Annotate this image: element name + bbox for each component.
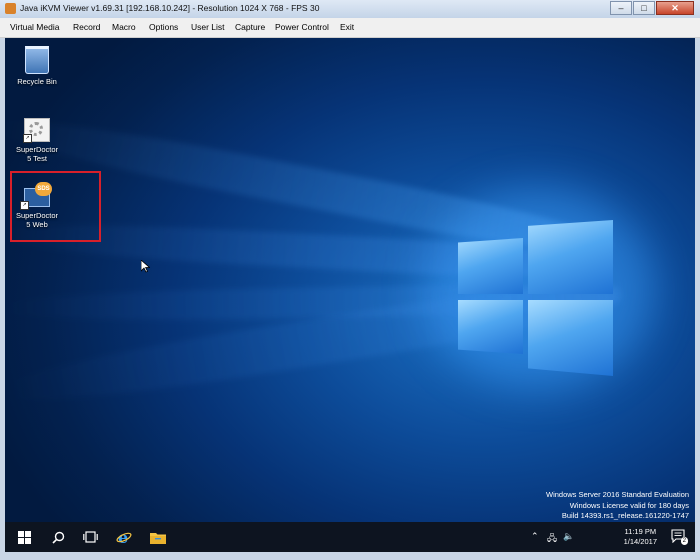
- remote-desktop[interactable]: Recycle Bin ↗ SuperDoctor 5 Test SDS ↗ S…: [5, 38, 695, 522]
- internet-explorer-button[interactable]: e: [107, 522, 141, 552]
- internet-explorer-icon: e: [116, 529, 132, 545]
- menu-virtual-media[interactable]: Virtual Media: [10, 22, 59, 32]
- notification-count-badge: 2: [680, 537, 688, 545]
- menu-macro[interactable]: Macro: [112, 22, 136, 32]
- menu-user-list[interactable]: User List: [191, 22, 225, 32]
- window-bottom-border: [0, 552, 700, 560]
- wallpaper-logo-pane: [458, 300, 523, 354]
- wallpaper-logo-pane: [458, 238, 523, 294]
- file-explorer-icon: [150, 532, 166, 544]
- menu-options[interactable]: Options: [149, 22, 178, 32]
- windows-start-icon: [17, 530, 31, 544]
- desktop-icon-recycle-bin[interactable]: Recycle Bin: [5, 46, 69, 86]
- watermark-line: Windows Server 2016 Standard Evaluation: [546, 490, 689, 499]
- windows-evaluation-watermark: Windows Server 2016 Standard Evaluation …: [546, 490, 689, 522]
- window-title-bar: Java iKVM Viewer v1.69.31 [192.168.10.24…: [0, 0, 700, 19]
- menu-bar: Virtual Media Record Macro Options User …: [0, 18, 700, 38]
- clock-time: 11:19 PM: [624, 527, 657, 536]
- close-button[interactable]: ✕: [656, 1, 694, 15]
- volume-muted-icon[interactable]: 🔈: [563, 531, 574, 542]
- window-controls: – □ ✕: [610, 1, 694, 15]
- windows-taskbar: e ⌃ 🖧 🔈 11:19 PM 1/14/2017 2: [5, 522, 695, 552]
- search-button[interactable]: [41, 522, 75, 552]
- desktop-icon-label: SuperDoctor: [15, 145, 59, 154]
- menu-exit[interactable]: Exit: [340, 22, 354, 32]
- system-tray: ⌃ 🖧 🔈 11:19 PM 1/14/2017 2: [531, 522, 691, 552]
- wallpaper-logo-pane: [528, 300, 613, 376]
- minimize-button[interactable]: –: [610, 1, 632, 15]
- clock-date: 1/14/2017: [623, 537, 657, 546]
- network-icon[interactable]: 🖧: [547, 531, 557, 547]
- superdoctor-test-icon: ↗: [23, 118, 50, 143]
- desktop-icon-superdoctor-test[interactable]: ↗ SuperDoctor 5 Test: [5, 118, 69, 163]
- task-view-button[interactable]: [73, 522, 107, 552]
- menu-power-control[interactable]: Power Control: [275, 22, 329, 32]
- highlight-box: [10, 171, 101, 242]
- desktop-icon-label: 5 Test: [27, 154, 47, 163]
- menu-capture[interactable]: Capture: [235, 22, 265, 32]
- maximize-button[interactable]: □: [633, 1, 655, 15]
- watermark-line: Windows License valid for 180 days: [569, 500, 689, 510]
- tray-overflow-chevron-icon[interactable]: ⌃: [531, 531, 539, 542]
- menu-record[interactable]: Record: [73, 22, 100, 32]
- wallpaper-logo-pane: [528, 220, 613, 294]
- recycle-bin-icon: [25, 46, 49, 74]
- shortcut-arrow-icon: ↗: [23, 134, 32, 143]
- search-icon: [51, 531, 64, 544]
- desktop-icon-label: Recycle Bin: [17, 77, 57, 86]
- clock[interactable]: 11:19 PM 1/14/2017: [624, 527, 657, 547]
- window-title: Java iKVM Viewer v1.69.31 [192.168.10.24…: [20, 3, 320, 13]
- mouse-cursor-icon: [141, 260, 150, 273]
- file-explorer-button[interactable]: [141, 522, 175, 552]
- java-app-icon: [5, 3, 16, 14]
- watermark-line: Build 14393.rs1_release.161220-1747: [561, 511, 689, 520]
- task-view-icon: [82, 531, 98, 543]
- start-button[interactable]: [7, 522, 41, 552]
